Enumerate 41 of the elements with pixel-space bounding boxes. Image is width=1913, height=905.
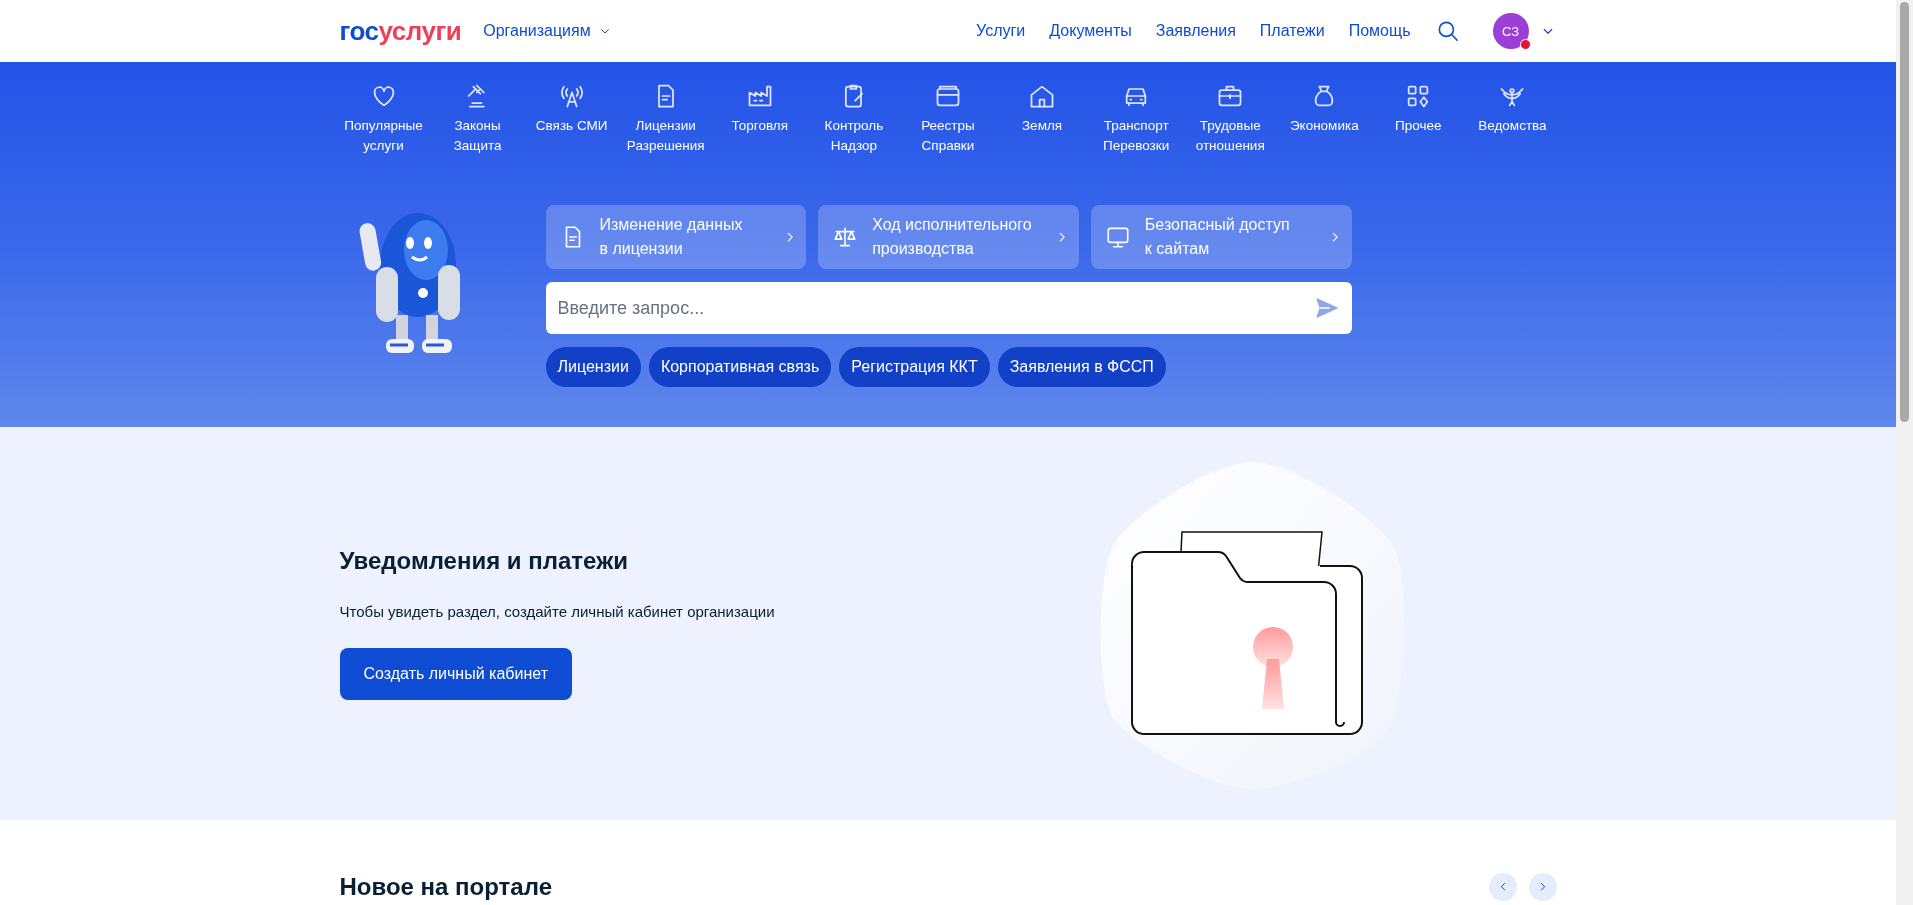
section-description: Чтобы увидеть раздел, создайте личный кабинет организации (339, 603, 776, 620)
quick-link-card[interactable]: Ход исполнительного производства (818, 205, 1079, 269)
category-link[interactable]: Прочее (1374, 82, 1463, 172)
section-title: Новое на портале (339, 873, 553, 901)
category-link[interactable]: Законы Защита (433, 82, 522, 172)
avatar[interactable]: СЗ (1492, 13, 1529, 49)
chevron-right-icon (1333, 232, 1338, 242)
section-title: Уведомления и платежи (339, 547, 629, 575)
nav-link[interactable]: Документы (1049, 22, 1132, 40)
category-link[interactable]: Связь СМИ (527, 82, 616, 172)
previous-button[interactable] (1488, 873, 1517, 901)
quick-link-card[interactable]: Изменение данных в лицензии (545, 205, 807, 269)
category-link[interactable]: Популярные услуги (339, 82, 428, 172)
category-link[interactable]: Экономика (1280, 82, 1369, 172)
search-field[interactable]: Введите запрос... (545, 282, 1352, 334)
category-link[interactable]: Земля (998, 82, 1087, 172)
category-link[interactable]: Лицензии Разрешения (621, 82, 710, 172)
category-link[interactable]: Контроль Надзор (809, 82, 898, 172)
nav-link[interactable]: Заявления (1155, 22, 1236, 40)
category-link[interactable]: Трудовые отношения (1186, 82, 1275, 172)
chevron-right-icon (787, 232, 793, 242)
nav-link[interactable]: Помощь (1348, 22, 1411, 40)
logo[interactable]: госуслуги (339, 15, 462, 47)
create-account-button[interactable]: Создать личный кабинет (339, 648, 572, 700)
category-link[interactable]: Ведомства (1468, 82, 1557, 172)
category-link[interactable]: Транспорт Перевозки (1092, 82, 1181, 172)
suggestion-chip[interactable]: Лицензии (545, 347, 641, 387)
nav-link[interactable]: Платежи (1259, 22, 1325, 40)
suggestion-chip[interactable]: Заявления в ФССП (997, 347, 1166, 387)
nav-link[interactable]: Услуги (976, 22, 1026, 40)
organizations-menu[interactable]: Организациям (483, 22, 613, 40)
chevron-right-icon (1060, 232, 1065, 242)
next-button[interactable] (1528, 873, 1557, 901)
chevron-right-icon (1540, 883, 1545, 891)
chevron-left-icon (1500, 883, 1505, 891)
category-link[interactable]: Торговля (715, 82, 804, 172)
suggestion-chip[interactable]: Корпоративная связь (648, 347, 832, 387)
suggestion-chip[interactable]: Регистрация ККТ (839, 347, 990, 387)
quick-link-card[interactable]: Безопасный доступ к сайтам (1090, 205, 1352, 269)
scrollbar-thumb[interactable] (1900, 2, 1909, 422)
category-link[interactable]: Реестры Справки (903, 82, 992, 172)
